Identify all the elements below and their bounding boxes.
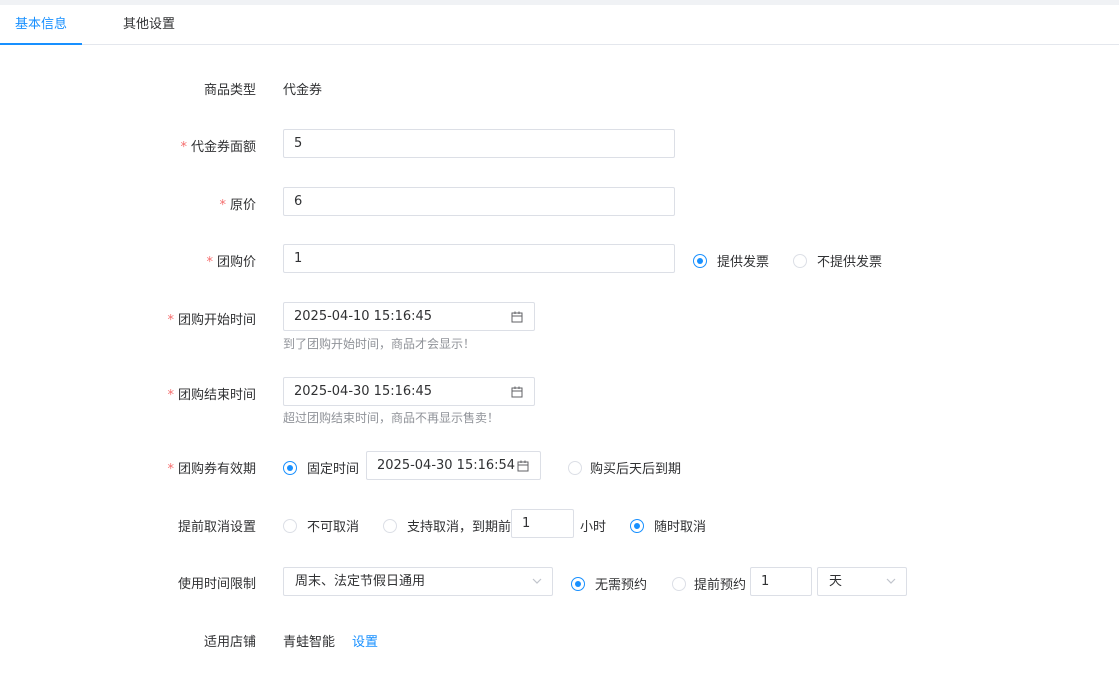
radio-dot [283, 460, 297, 475]
radio-dot [283, 518, 297, 533]
cancel-before-expiry-radio[interactable]: 支持取消，到期前 [383, 516, 511, 535]
required-mark: * [219, 198, 226, 213]
end-time-label: * 团购结束时间 [167, 388, 256, 403]
calendar-icon[interactable] [517, 460, 529, 472]
start-time-picker[interactable] [283, 302, 535, 331]
advance-unit-select[interactable]: 天 [817, 567, 907, 596]
start-time-input[interactable] [284, 303, 534, 330]
start-time-label: * 团购开始时间 [167, 313, 256, 328]
required-mark: * [206, 255, 213, 270]
chevron-down-icon [886, 578, 896, 584]
group-price-label: * 团购价 [206, 255, 256, 270]
face-value-input[interactable] [283, 129, 675, 158]
radio-dot [383, 518, 397, 533]
original-price-input[interactable] [283, 187, 675, 216]
validity-fixed-radio[interactable]: 固定时间 [283, 458, 359, 477]
required-mark: * [167, 313, 174, 328]
chevron-down-icon [532, 578, 542, 584]
product-type-value: 代金券 [283, 83, 323, 98]
cancel-anytime-radio[interactable]: 随时取消 [630, 516, 706, 535]
validity-after-purchase-radio[interactable]: 购买后天后到期 [568, 458, 681, 477]
radio-dot [568, 460, 582, 475]
invoice-provide-radio[interactable]: 提供发票 [693, 251, 769, 270]
validity-date-input[interactable] [367, 452, 540, 479]
stores-settings-link[interactable]: 设置 [352, 631, 378, 650]
end-time-input[interactable] [284, 378, 534, 405]
validity-label: * 团购券有效期 [167, 462, 256, 477]
required-mark: * [167, 462, 174, 477]
invoice-none-radio[interactable]: 不提供发票 [793, 251, 882, 270]
radio-dot [793, 253, 807, 268]
cancel-hours-input[interactable] [511, 509, 574, 538]
advance-unit-select-value: 天 [829, 574, 843, 589]
usage-time-select-value: 周末、法定节假日通用 [295, 574, 426, 589]
advance-amount-input[interactable] [750, 567, 812, 596]
radio-dot [672, 576, 686, 591]
radio-dot [693, 253, 707, 268]
calendar-icon[interactable] [511, 386, 523, 398]
stores-label: 适用店铺 [203, 635, 256, 650]
usage-time-select[interactable]: 周末、法定节假日通用 [283, 567, 553, 596]
stores-value: 青蛙智能 [283, 635, 336, 650]
product-type-label: 商品类型 [203, 83, 256, 98]
start-time-hint: 到了团购开始时间，商品才会显示！ [283, 337, 476, 351]
validity-date-picker[interactable] [366, 451, 541, 480]
required-mark: * [180, 140, 187, 155]
tab-bar: 基本信息 其他设置 [0, 5, 1119, 45]
radio-dot [630, 518, 644, 533]
face-value-label: * 代金券面额 [180, 140, 256, 155]
cancel-setting-label: 提前取消设置 [177, 520, 256, 535]
end-time-picker[interactable] [283, 377, 535, 406]
radio-dot [571, 576, 585, 591]
group-price-input[interactable] [283, 244, 675, 273]
no-reservation-radio[interactable]: 无需预约 [571, 574, 647, 593]
advance-reservation-radio[interactable]: 提前预约 [672, 574, 746, 593]
cancel-not-allowed-radio[interactable]: 不可取消 [283, 516, 359, 535]
calendar-icon[interactable] [511, 311, 523, 323]
tab-other-settings[interactable]: 其他设置 [123, 5, 175, 45]
cancel-hours-unit: 小时 [580, 520, 607, 535]
end-time-hint: 超过团购结束时间，商品不再显示售卖！ [283, 411, 500, 425]
required-mark: * [167, 388, 174, 403]
usage-limit-label: 使用时间限制 [177, 577, 256, 592]
original-price-label: * 原价 [219, 198, 256, 213]
active-tab-indicator [0, 43, 82, 45]
tab-basic-info[interactable]: 基本信息 [15, 5, 67, 45]
